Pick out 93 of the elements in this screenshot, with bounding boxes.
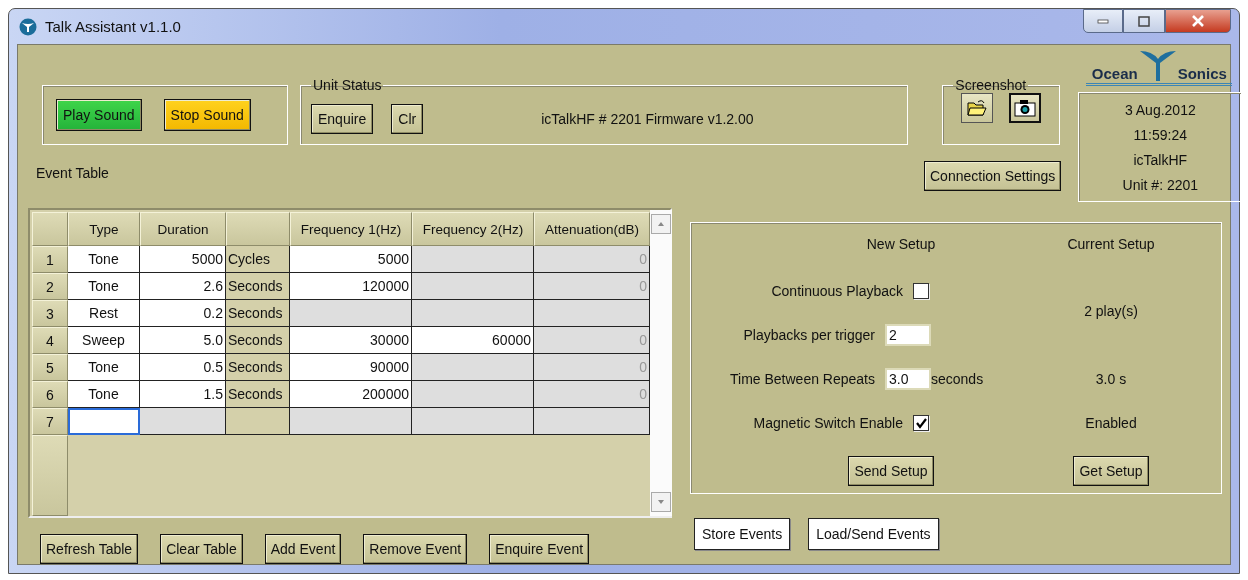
table-cell[interactable]: Tone bbox=[68, 381, 140, 408]
column-header: Type bbox=[68, 212, 140, 246]
maximize-icon bbox=[1138, 15, 1150, 27]
table-cell[interactable]: 120000 bbox=[290, 273, 412, 300]
close-icon bbox=[1191, 15, 1205, 27]
sound-button[interactable]: Stop Sound bbox=[163, 99, 251, 131]
connection-settings-button[interactable]: Connection Settings bbox=[924, 161, 1062, 191]
info-text: Unit #: 2201 bbox=[1122, 176, 1199, 193]
table-cell[interactable]: Tone bbox=[68, 354, 140, 381]
table-cell[interactable]: 0.5 bbox=[140, 354, 226, 381]
table-action-button[interactable]: Refresh Table bbox=[40, 534, 139, 564]
group-legend: Screenshot bbox=[953, 77, 1029, 93]
table-cell[interactable]: 5.0 bbox=[140, 327, 226, 354]
setting-label: Time Between Repeats bbox=[730, 371, 875, 387]
app-icon bbox=[19, 17, 37, 36]
row-header: 3 bbox=[32, 300, 68, 327]
window-title: Talk Assistant v1.1.0 bbox=[45, 18, 181, 35]
input-field[interactable]: 2 bbox=[885, 324, 931, 346]
logo-text: Sonics bbox=[1177, 65, 1227, 83]
row-header: 6 bbox=[32, 381, 68, 408]
table-action-button[interactable]: Add Event bbox=[264, 534, 342, 564]
input-field[interactable]: 3.0 bbox=[885, 368, 931, 390]
info-text: icTalkHF bbox=[1133, 151, 1188, 168]
table-cell[interactable]: Seconds bbox=[226, 300, 290, 327]
minimize-icon bbox=[1097, 18, 1109, 24]
group-legend: Unit Status bbox=[311, 77, 384, 93]
status-button[interactable]: Clr bbox=[391, 103, 424, 134]
column-header: Frequency 2(Hz) bbox=[412, 212, 534, 246]
column-heading: New Setup bbox=[865, 236, 937, 252]
folder-icon bbox=[967, 99, 988, 117]
table-cell[interactable]: 2.6 bbox=[140, 273, 226, 300]
table-cell[interactable]: Seconds bbox=[226, 381, 290, 408]
column-header: Duration bbox=[140, 212, 226, 246]
minimize-button[interactable] bbox=[1083, 9, 1123, 33]
camera-icon bbox=[1014, 99, 1037, 117]
row-header: 7 bbox=[32, 408, 68, 435]
checkbox[interactable] bbox=[913, 283, 929, 299]
maximize-button[interactable] bbox=[1123, 9, 1165, 33]
logo-text: Ocean bbox=[1091, 65, 1138, 83]
column-header: Attenuation(dB) bbox=[534, 212, 650, 246]
setting-label: Magnetic Switch Enable bbox=[753, 415, 903, 431]
column-header: Frequency 1(Hz) bbox=[290, 212, 412, 246]
table-cell[interactable]: Tone bbox=[68, 273, 140, 300]
scrollbar[interactable] bbox=[650, 210, 672, 516]
current-value: 2 play(s) bbox=[1083, 303, 1139, 319]
info-text: 3 Aug.2012 bbox=[1124, 101, 1196, 118]
table-cell[interactable]: 30000 bbox=[290, 327, 412, 354]
table-cell[interactable]: 60000 bbox=[412, 327, 534, 354]
send-setup-button[interactable]: Send Setup bbox=[848, 456, 934, 486]
current-value: Enabled bbox=[1084, 415, 1138, 431]
folder-button[interactable] bbox=[961, 93, 994, 123]
event-file-button[interactable]: Store Events bbox=[694, 518, 791, 550]
table-cell[interactable]: 0.2 bbox=[140, 300, 226, 327]
status-text: icTalkHF # 2201 Firmware v1.2.00 bbox=[541, 110, 754, 127]
row-header: 4 bbox=[32, 327, 68, 354]
checkbox[interactable] bbox=[913, 415, 929, 431]
close-button[interactable] bbox=[1165, 9, 1231, 33]
column-header bbox=[226, 212, 290, 246]
table-cell[interactable]: Seconds bbox=[226, 327, 290, 354]
table-cell[interactable]: 200000 bbox=[290, 381, 412, 408]
table-cell[interactable]: 5000 bbox=[290, 246, 412, 273]
table-action-button[interactable]: Remove Event bbox=[363, 534, 468, 564]
sound-button[interactable]: Play Sound bbox=[56, 99, 142, 131]
event-file-button[interactable]: Load/Send Events bbox=[808, 518, 939, 550]
table-action-button[interactable]: Enquire Event bbox=[489, 534, 590, 564]
setting-label: Continuous Playback bbox=[771, 283, 903, 299]
scroll-up-icon[interactable] bbox=[651, 214, 671, 234]
column-heading: Current Setup bbox=[1066, 236, 1156, 252]
table-cell[interactable]: Rest bbox=[68, 300, 140, 327]
info-text: 11:59:24 bbox=[1133, 126, 1188, 143]
unit-label: seconds bbox=[931, 371, 984, 387]
current-value: 3.0 s bbox=[1094, 371, 1128, 387]
table-cell[interactable]: Seconds bbox=[226, 354, 290, 381]
row-header: 2 bbox=[32, 273, 68, 300]
table-cell[interactable]: Tone bbox=[68, 246, 140, 273]
status-button[interactable]: Enquire bbox=[311, 103, 374, 134]
table-cell[interactable]: Seconds bbox=[226, 273, 290, 300]
scroll-down-icon[interactable] bbox=[651, 492, 671, 512]
table-corner bbox=[32, 212, 68, 246]
table-cell[interactable]: Sweep bbox=[68, 327, 140, 354]
table-cell[interactable] bbox=[68, 408, 140, 435]
table-cell[interactable]: 1.5 bbox=[140, 381, 226, 408]
get-setup-button[interactable]: Get Setup bbox=[1073, 456, 1149, 486]
camera-button[interactable] bbox=[1009, 93, 1042, 123]
table-cell[interactable]: Cycles bbox=[226, 246, 290, 273]
table-cell[interactable]: 90000 bbox=[290, 354, 412, 381]
row-header: 5 bbox=[32, 354, 68, 381]
table-action-button[interactable]: Clear Table bbox=[160, 534, 243, 564]
table-cell[interactable] bbox=[226, 408, 290, 435]
section-label: Event Table bbox=[36, 165, 110, 181]
row-header: 1 bbox=[32, 246, 68, 273]
table-cell[interactable]: 5000 bbox=[140, 246, 226, 273]
setting-label: Playbacks per trigger bbox=[743, 327, 875, 343]
